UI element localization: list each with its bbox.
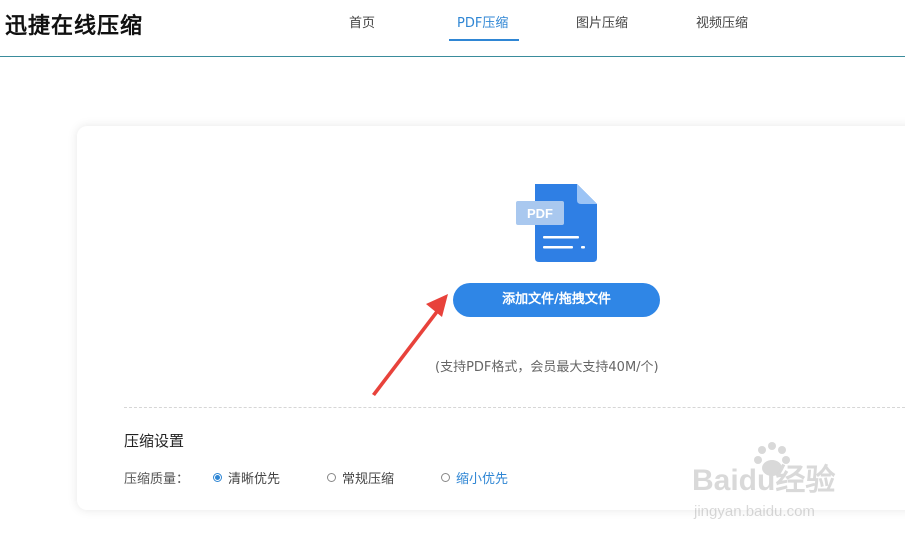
red-arrow-annotation [372,294,448,396]
radio-size-first[interactable]: 缩小优先 [441,468,508,487]
radio-label: 常规压缩 [342,472,395,487]
radio-label: 缩小优先 [456,472,509,487]
radio-clarity-first[interactable]: 清晰优先 [213,468,280,487]
radio-normal-compress[interactable]: 常规压缩 [327,468,394,487]
pdf-badge-text: PDF [527,206,553,221]
nav-pdf-compress[interactable]: PDF压缩 [457,12,508,31]
nav-video-compress[interactable]: 视频压缩 [696,12,748,31]
radio-dot-checked [213,473,222,482]
radio-label: 清晰优先 [228,472,281,487]
nav-active-underline [449,39,519,41]
upload-hint: (支持PDF格式，会员最大支持40M/个) [435,360,659,375]
pdf-file-icon: PDF [516,184,597,262]
quality-label: 压缩质量： [124,472,190,487]
radio-dot [441,473,450,482]
settings-title: 压缩设置 [124,432,185,450]
dashed-divider [124,407,905,408]
add-file-button[interactable]: 添加文件/拖拽文件 [453,283,660,317]
baidu-jingyan-watermark: Baidu经验 jingyan.baidu.com [692,442,835,520]
watermark-brand: Baidu经验 [692,463,835,497]
nav-image-compress[interactable]: 图片压缩 [576,12,628,31]
main-nav: 首页 PDF压缩 图片压缩 视频压缩 [0,0,905,56]
radio-dot [327,473,336,482]
top-header: 迅捷在线压缩 首页 PDF压缩 图片压缩 视频压缩 [0,0,905,57]
nav-home[interactable]: 首页 [349,12,375,31]
watermark-url: jingyan.baidu.com [693,503,815,520]
